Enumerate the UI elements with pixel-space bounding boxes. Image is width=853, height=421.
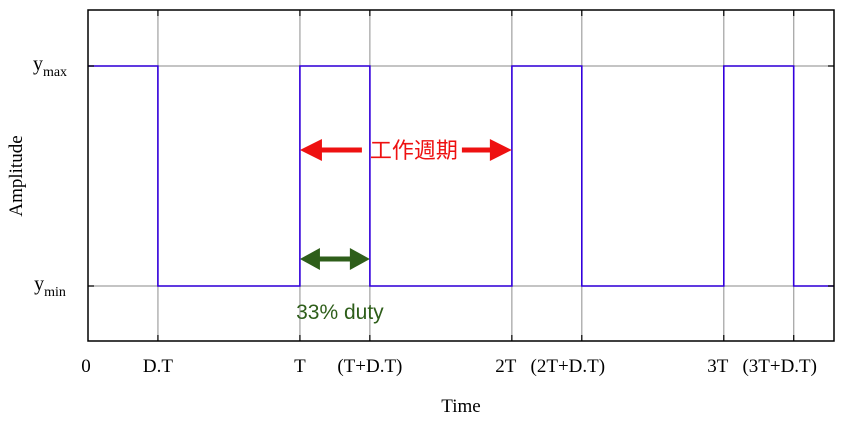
x-tick-label: (2T+D.T) (531, 356, 606, 377)
square-wave-series (88, 65, 834, 287)
tick-marks (88, 10, 834, 341)
plot-frame (87, 9, 835, 342)
duty-arrow-right-head (349, 248, 370, 270)
x-tick-label: T (294, 356, 306, 377)
x-tick-label: D.T (143, 356, 173, 377)
x-tick-label: 3T (707, 356, 729, 377)
x-tick-label: 0 (81, 356, 91, 377)
period-annotation: 工作週期 (299, 138, 512, 163)
grid-lines (88, 10, 834, 341)
duty-label: 33% duty (296, 301, 384, 324)
period-label: 工作週期 (370, 138, 458, 163)
square-wave-chart: 0 D.T T (T+D.T) 2T (2T+D.T) 3T (3T+D.T) ymin yma… (6, 9, 835, 417)
x-tick-labels: 0 D.T T (T+D.T) 2T (2T+D.T) 3T (3T+D.T) (81, 356, 817, 377)
duty-arrow-left-head (299, 248, 320, 270)
x-tick-label: (T+D.T) (337, 356, 402, 377)
period-arrow-right-head (489, 139, 512, 161)
x-axis-label: Time (441, 396, 480, 417)
period-arrow-left-head (299, 139, 322, 161)
x-tick-label: 2T (495, 356, 517, 377)
y-tick-label: ymin (34, 273, 66, 300)
y-tick-label: ymax (33, 53, 67, 80)
y-tick-labels: ymin ymax (33, 53, 67, 300)
y-axis-label: Amplitude (6, 135, 27, 216)
x-tick-label: (3T+D.T) (742, 356, 817, 377)
